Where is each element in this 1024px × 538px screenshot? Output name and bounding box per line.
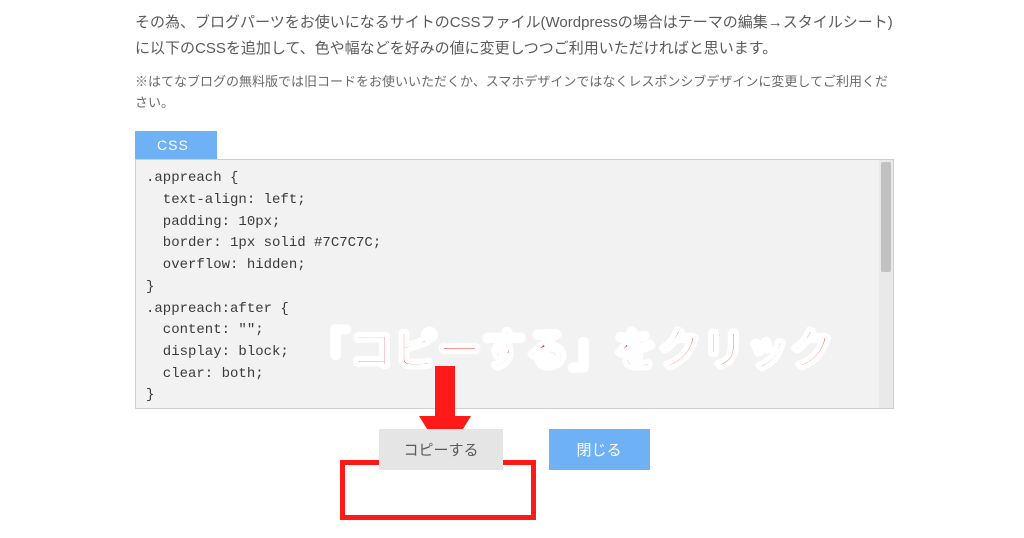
scrollbar-thumb[interactable] xyxy=(881,162,891,272)
close-button[interactable]: 閉じる xyxy=(549,429,650,470)
description-main: その為、ブログパーツをお使いになるサイトのCSSファイル(Wordpressの場… xyxy=(135,10,894,63)
button-row: コピーする 閉じる xyxy=(135,429,894,470)
tab-css[interactable]: CSS xyxy=(135,131,217,159)
css-code[interactable]: .appreach { text-align: left; padding: 1… xyxy=(146,168,883,407)
description-note: ※はてなブログの無料版では旧コードをお使いいただくか、スマホデザインではなくレス… xyxy=(135,71,894,114)
code-container: .appreach { text-align: left; padding: 1… xyxy=(135,159,894,409)
copy-button[interactable]: コピーする xyxy=(379,429,502,470)
scrollbar-track[interactable] xyxy=(879,160,893,408)
